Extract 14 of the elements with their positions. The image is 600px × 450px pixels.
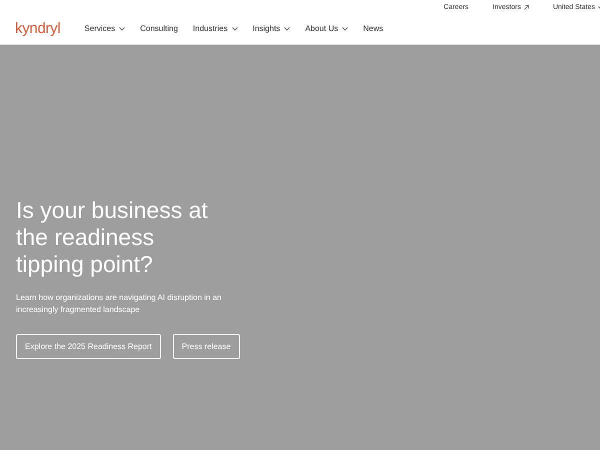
external-link-icon: [524, 5, 529, 10]
nav-link[interactable]: News: [363, 24, 384, 33]
nav-link[interactable]: Insights: [252, 24, 290, 33]
hero-title: Is your business at the readiness tipping point?: [16, 197, 209, 278]
nav-link[interactable]: Industries: [192, 24, 238, 33]
logo[interactable]: kyndryl: [15, 20, 60, 37]
nav-link[interactable]: Services: [84, 24, 126, 33]
hero-text: Learn how organizations are navigating AI disruption in an increasingly fragmented landscape: [16, 292, 222, 316]
caret-icon: [119, 26, 126, 30]
nav-link[interactable]: Consulting: [140, 24, 178, 33]
nav-link[interactable]: About Us: [305, 24, 348, 33]
caret-icon: [232, 26, 238, 30]
caret-icon: [342, 26, 348, 30]
caret-icon: [284, 26, 290, 30]
